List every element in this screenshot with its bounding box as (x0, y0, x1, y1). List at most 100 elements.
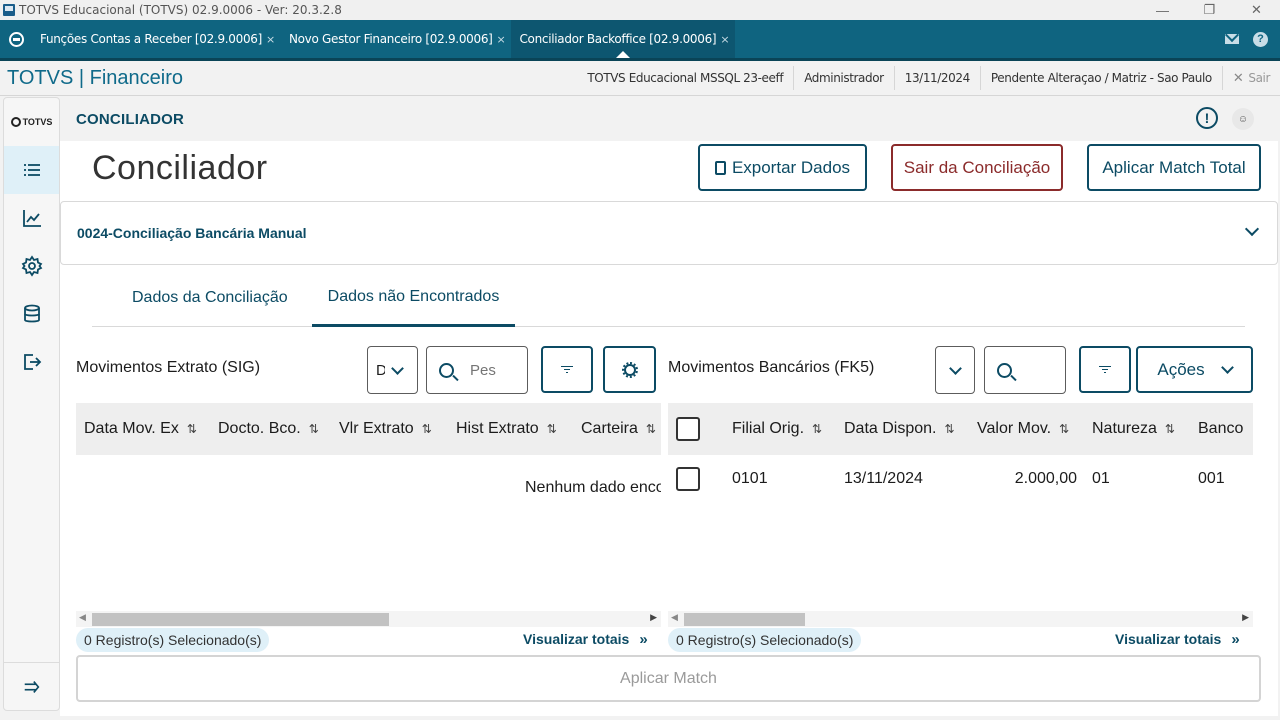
left-search-input[interactable] (426, 346, 528, 394)
expand-menu-icon (24, 680, 39, 693)
tab-close-icon[interactable]: × (720, 33, 729, 46)
avatar[interactable]: ☺ (1232, 108, 1254, 130)
module-header: TOTVS | Financeiro TOTVS Educacional MSS… (0, 58, 1280, 96)
column-header[interactable]: Hist Extrato ⇅ (456, 420, 581, 438)
mail-icon[interactable] (1225, 34, 1239, 44)
tab-novo-gestor-financeiro[interactable]: Novo Gestor Financeiro [02.9.0006] × (281, 20, 512, 58)
left-view-totals-link[interactable]: Visualizar totais » (523, 631, 648, 648)
left-horizontal-scrollbar[interactable]: ◀ ▶ (76, 611, 661, 627)
sidebar-logo-text: TOTVS (22, 117, 53, 127)
gear-icon (621, 361, 638, 378)
left-settings-button[interactable] (603, 346, 656, 393)
window-controls: — ❐ ✕ (1139, 0, 1280, 20)
export-icon (714, 160, 726, 175)
chevron-down-icon[interactable] (1244, 221, 1260, 237)
tab-conciliador-backoffice[interactable]: Conciliador Backoffice [02.9.0006] × (511, 20, 736, 58)
close-icon[interactable]: ✕ (1233, 0, 1280, 20)
tab-dados-nao-encontrados[interactable]: Dados não Encontrados (311, 269, 516, 327)
table-row[interactable]: 0101 13/11/2024 2.000,00 01 001 (668, 455, 1253, 503)
right-field-select[interactable] (935, 346, 975, 394)
column-header[interactable]: Filial Orig. ⇅ (732, 420, 844, 438)
info-alert-icon[interactable]: ! (1196, 107, 1218, 129)
column-header[interactable]: Data Mov. Ex ⇅ (84, 420, 218, 438)
column-header[interactable]: Valor Mov. ⇅ (977, 420, 1092, 438)
column-header[interactable]: Data Dispon. ⇅ (844, 420, 977, 438)
date-label[interactable]: 13/11/2024 (893, 66, 980, 90)
column-header[interactable]: Vlr Extrato ⇅ (339, 420, 456, 438)
exit-button[interactable]: ✕ Sair (1221, 66, 1280, 90)
column-label: Carteira (581, 420, 638, 437)
field-select[interactable]: D (367, 346, 418, 394)
sidebar-item-logout[interactable] (4, 338, 59, 386)
scroll-left-icon[interactable]: ◀ (671, 612, 678, 623)
select-all-checkbox[interactable] (676, 417, 700, 441)
column-header[interactable]: Carteira ⇅ (581, 420, 661, 438)
actions-dropdown-button[interactable]: Ações (1136, 346, 1253, 393)
right-horizontal-scrollbar[interactable]: ◀ ▶ (668, 611, 1253, 627)
apply-total-match-button[interactable]: Aplicar Match Total (1087, 144, 1261, 191)
sort-icon[interactable]: ⇅ (1059, 422, 1069, 436)
column-header[interactable]: Banco (1198, 420, 1253, 438)
minimize-icon[interactable]: — (1139, 0, 1186, 20)
row-checkbox[interactable] (676, 467, 700, 491)
sort-icon[interactable]: ⇅ (547, 422, 557, 436)
sort-icon[interactable]: ⇅ (646, 422, 656, 436)
scroll-left-icon[interactable]: ◀ (79, 612, 86, 623)
close-icon: ✕ (1232, 70, 1244, 86)
right-selected-count: 0 Registro(s) Selecionado(s) (668, 628, 862, 652)
tab-funcoes-contas-receber[interactable]: Funções Contas a Receber [02.9.0006] × (32, 20, 281, 58)
right-search-input[interactable] (984, 346, 1066, 394)
double-chevron-right-icon: » (1231, 631, 1240, 648)
column-header[interactable]: Natureza ⇅ (1092, 420, 1198, 438)
search-icon (997, 362, 1012, 378)
tab-dados-conciliacao[interactable]: Dados da Conciliação (92, 269, 304, 327)
scroll-right-icon[interactable]: ▶ (1242, 612, 1249, 623)
sort-icon[interactable]: ⇅ (309, 422, 319, 436)
scrollbar-thumb[interactable] (92, 613, 389, 626)
column-header[interactable]: Docto. Bco. ⇅ (218, 420, 339, 438)
export-data-button[interactable]: Exportar Dados (698, 144, 867, 191)
tab-close-icon[interactable]: × (497, 33, 506, 46)
tab-close-icon[interactable]: × (266, 33, 275, 46)
environment-label[interactable]: TOTVS Educacional MSSQL 23-eeff (577, 66, 793, 90)
sidebar-item-chart[interactable] (4, 194, 59, 242)
exit-label: Sair (1248, 71, 1270, 85)
column-label: Filial Orig. (732, 420, 805, 437)
right-filter-button[interactable] (1079, 346, 1131, 393)
window-titlebar: TOTVS Educacional (TOTVS) 02.9.0006 - Ve… (0, 0, 1280, 20)
sort-icon[interactable]: ⇅ (187, 422, 197, 436)
scroll-right-icon[interactable]: ▶ (650, 612, 657, 623)
help-icon[interactable]: ? (1253, 31, 1268, 47)
scrollbar-thumb[interactable] (684, 613, 805, 626)
column-label: Data Dispon. (844, 420, 937, 437)
filter-icon (1099, 366, 1111, 373)
right-view-totals-link[interactable]: Visualizar totais » (1115, 631, 1240, 648)
exit-conciliation-button[interactable]: Sair da Conciliação (891, 144, 1063, 191)
sort-icon[interactable]: ⇅ (422, 422, 432, 436)
sidebar-item-settings[interactable] (4, 242, 59, 290)
sidebar-item-list[interactable] (4, 146, 59, 194)
column-label: Valor Mov. (977, 420, 1052, 437)
left-panel-title: Movimentos Extrato (SIG) (76, 359, 261, 376)
branch-label[interactable]: Pendente Alteraçao / Matriz - Sao Paulo (979, 66, 1222, 90)
totvs-logo-icon[interactable] (0, 20, 32, 58)
sort-icon[interactable]: ⇅ (945, 422, 955, 436)
sort-icon[interactable]: ⇅ (812, 422, 822, 436)
sort-icon[interactable]: ⇅ (1165, 422, 1175, 436)
tabsbar-actions: ? (1225, 20, 1280, 58)
sidebar-expand-button[interactable] (4, 662, 59, 710)
tab-label: Novo Gestor Financeiro [02.9.0006] (288, 32, 493, 46)
column-label: Natureza (1092, 420, 1157, 437)
left-filter-button[interactable] (541, 346, 593, 393)
apply-match-button[interactable]: Aplicar Match (76, 655, 1261, 702)
column-label: Hist Extrato (456, 420, 539, 437)
column-label: Vlr Extrato (339, 420, 414, 437)
main-content: Conciliador Exportar Dados Sair da Conci… (60, 141, 1278, 716)
sidebar-item-database[interactable] (4, 290, 59, 338)
user-label[interactable]: Administrador (793, 66, 894, 90)
restore-icon[interactable]: ❐ (1186, 0, 1233, 20)
conciliation-config-accordion[interactable]: 0024-Conciliação Bancária Manual (60, 201, 1278, 265)
conciliation-tabs: Dados da Conciliação Dados não Encontrad… (92, 269, 1245, 327)
left-search-field[interactable] (470, 361, 510, 379)
filter-icon (561, 366, 573, 373)
